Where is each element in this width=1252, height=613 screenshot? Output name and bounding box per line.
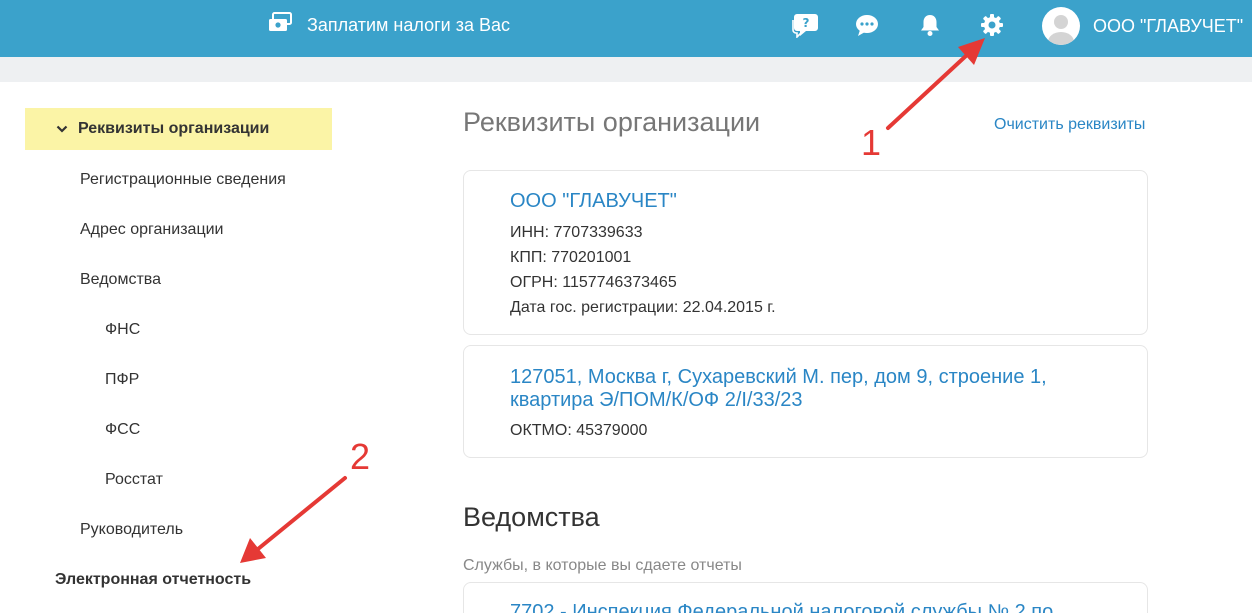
annotation-arrows: [240, 38, 985, 563]
annotation-number-1: 1: [861, 122, 882, 163]
arrow-1: [886, 38, 985, 130]
annotation-number-2: 2: [350, 436, 371, 477]
arrow-2: [240, 476, 347, 563]
